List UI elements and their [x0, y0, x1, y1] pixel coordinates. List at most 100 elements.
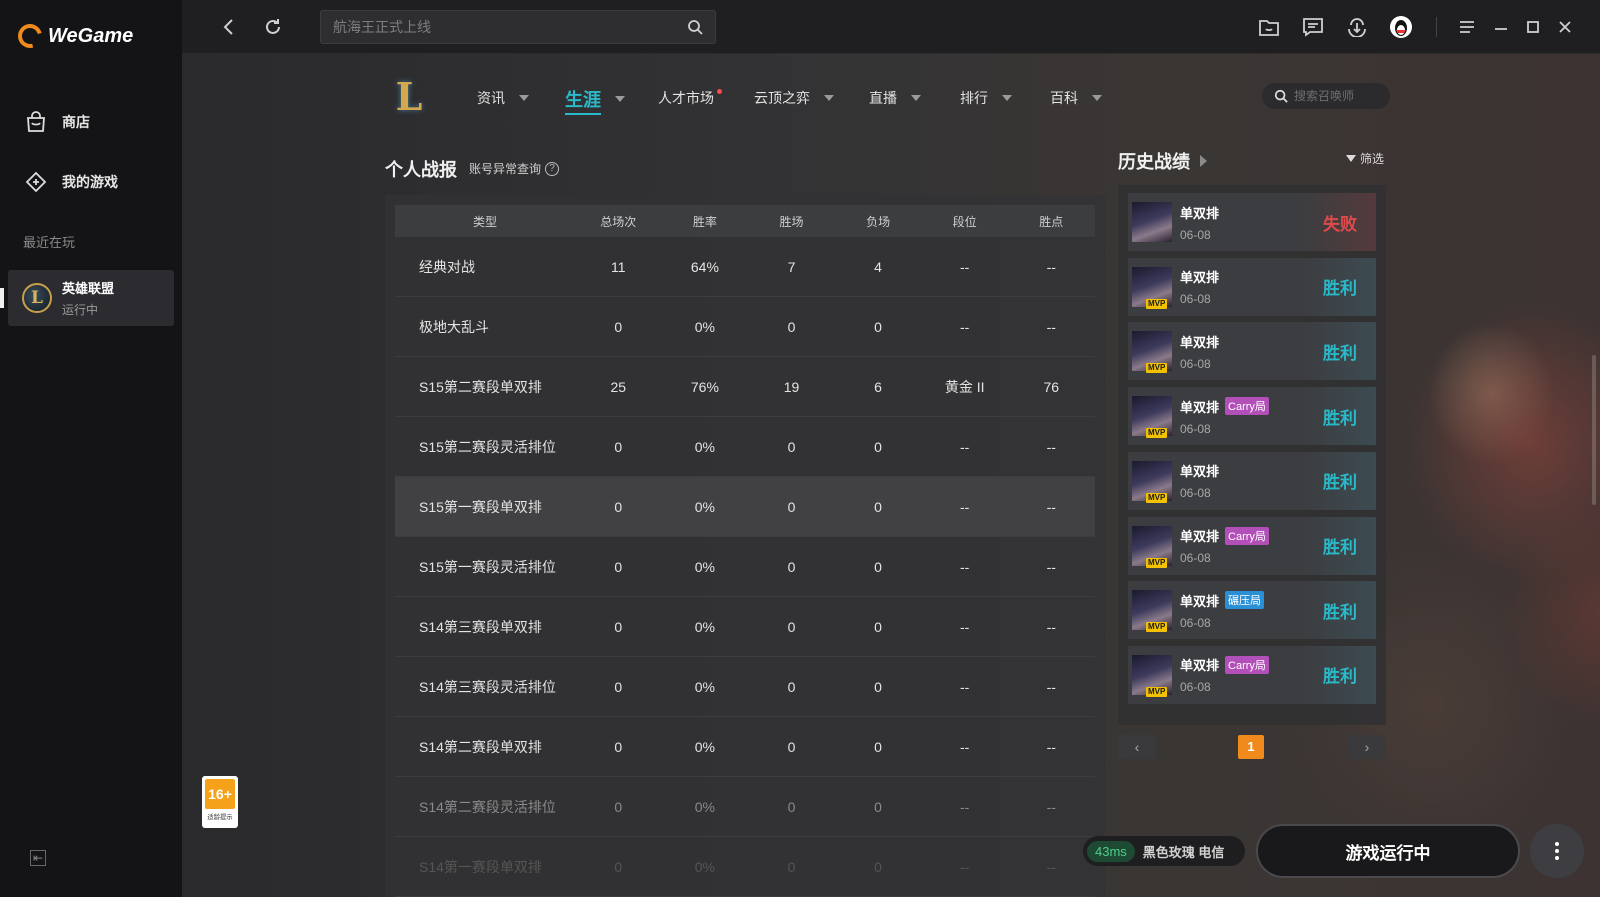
- scrollbar[interactable]: [1592, 355, 1596, 505]
- table-cell: 0%: [694, 498, 715, 515]
- summoner-search[interactable]: [1262, 83, 1390, 109]
- help-icon[interactable]: ?: [545, 161, 560, 176]
- tab-news[interactable]: 资讯: [477, 88, 529, 108]
- table-cell: 0: [787, 498, 796, 515]
- lol-game-icon: L: [22, 283, 52, 313]
- tab-ranking[interactable]: 排行: [960, 88, 1012, 108]
- menu-icon[interactable]: [1454, 14, 1480, 40]
- match-card[interactable]: MVP 单双排 Carry局 06-08 胜利: [1128, 645, 1376, 704]
- match-info: 单双排 06-08: [1180, 267, 1304, 306]
- chevron-down-icon: [911, 95, 921, 101]
- table-row[interactable]: 经典对战 11 64% 7 4 -- --: [395, 237, 1095, 297]
- match-date: 06-08: [1180, 615, 1211, 630]
- server-name: 黑色玫瑰 电信: [1142, 844, 1225, 860]
- table-cell: --: [1046, 798, 1056, 815]
- table-row[interactable]: S14第一赛段单双排 0 0% 0 0 -- --: [395, 837, 1095, 897]
- tab-label: 百科: [1050, 90, 1078, 106]
- column-header: 胜场: [779, 214, 804, 229]
- global-search[interactable]: [320, 10, 716, 44]
- table-cell: 0: [874, 678, 882, 695]
- report-panel: 类型 总场次 胜率 胜场 负场 段位 胜点 经典对战 11 64% 7 4 -- -- 极地大…: [385, 195, 1105, 897]
- download-icon[interactable]: [1344, 14, 1370, 40]
- back-icon[interactable]: [216, 14, 242, 40]
- tab-tft[interactable]: 云顶之弈: [754, 88, 834, 108]
- match-card[interactable]: MVP 单双排 06-08 胜利: [1128, 451, 1376, 510]
- match-mode: 单双排: [1180, 593, 1220, 609]
- table-cell: 0: [614, 618, 623, 635]
- match-result: 胜利: [1304, 387, 1376, 446]
- table-cell: 0: [614, 858, 623, 875]
- table-cell: --: [1046, 858, 1056, 875]
- page-number[interactable]: 1: [1238, 735, 1264, 759]
- match-date: 06-08: [1180, 486, 1211, 501]
- more-options-button[interactable]: [1530, 824, 1584, 878]
- maximize-icon[interactable]: [1520, 14, 1546, 40]
- folder-icon[interactable]: [1256, 14, 1282, 40]
- match-card[interactable]: 单双排 06-08 失败: [1128, 193, 1376, 251]
- lol-logo[interactable]: L: [390, 74, 428, 119]
- sidebar-item-shop[interactable]: 商店: [24, 110, 90, 134]
- match-mode: 单双排: [1180, 334, 1220, 350]
- tab-label: 资讯: [477, 90, 505, 106]
- match-info: 单双排 06-08: [1180, 461, 1304, 500]
- tab-talent-market[interactable]: 人才市场: [658, 88, 722, 108]
- column-header: 胜率: [692, 214, 717, 229]
- table-row[interactable]: S14第三赛段灵活排位 0 0% 0 0 -- --: [395, 657, 1095, 717]
- table-cell: 0: [614, 498, 623, 515]
- table-cell: 0: [874, 438, 882, 455]
- match-info: 单双排 Carry局 06-08: [1180, 397, 1304, 436]
- table-cell: --: [1046, 618, 1056, 635]
- table-cell: S15第一赛段灵活排位: [419, 558, 556, 575]
- prev-page-button[interactable]: ‹: [1118, 735, 1156, 759]
- mvp-badge: MVP: [1146, 492, 1168, 503]
- account-abnormal-link[interactable]: 账号异常查询 ?: [469, 160, 560, 177]
- ping-value: 43ms: [1087, 840, 1135, 862]
- table-row[interactable]: S15第二赛段单双排 25 76% 19 6 黄金 II 76: [395, 357, 1095, 417]
- history-title[interactable]: 历史战绩: [1118, 148, 1207, 174]
- chevron-down-icon: [1092, 95, 1102, 101]
- match-tag: 碾压局: [1225, 591, 1265, 610]
- wegame-logo-text: WeGame: [48, 24, 134, 47]
- match-card[interactable]: MVP 单双排 Carry局 06-08 胜利: [1128, 516, 1376, 575]
- sidebar-item-my-games[interactable]: 我的游戏: [24, 170, 118, 194]
- tab-wiki[interactable]: 百科: [1050, 88, 1102, 108]
- launch-game-button[interactable]: 游戏运行中: [1256, 824, 1520, 878]
- table-row[interactable]: S15第一赛段单双排 0 0% 0 0 -- --: [395, 477, 1095, 537]
- table-row[interactable]: S14第二赛段单双排 0 0% 0 0 -- --: [395, 717, 1095, 777]
- table-cell: 0: [874, 738, 882, 755]
- table-cell: 76%: [690, 378, 719, 395]
- chevron-down-icon: [615, 96, 625, 102]
- recent-game-lol[interactable]: L 英雄联盟 运行中: [8, 270, 174, 326]
- match-card[interactable]: MVP 单双排 06-08 胜利: [1128, 257, 1376, 316]
- wegame-logo[interactable]: WeGame: [13, 19, 134, 53]
- collapse-sidebar-icon[interactable]: ⇤: [30, 850, 46, 866]
- tab-career[interactable]: 生涯: [565, 86, 625, 115]
- table-row[interactable]: S14第三赛段单双排 0 0% 0 0 -- --: [395, 597, 1095, 657]
- search-icon[interactable]: [687, 19, 703, 35]
- match-date: 06-08: [1180, 356, 1211, 371]
- tab-live[interactable]: 直播: [869, 88, 921, 108]
- table-cell: 0: [874, 618, 882, 635]
- match-card[interactable]: MVP 单双排 碾压局 06-08 胜利: [1128, 581, 1376, 640]
- network-status: 43ms 黑色玫瑰 电信: [1083, 836, 1245, 866]
- search-input[interactable]: [333, 19, 687, 35]
- table-row[interactable]: S15第一赛段灵活排位 0 0% 0 0 -- --: [395, 537, 1095, 597]
- match-card[interactable]: MVP 单双排 06-08 胜利: [1128, 322, 1376, 381]
- match-date: 06-08: [1180, 551, 1211, 565]
- close-icon[interactable]: [1552, 14, 1578, 40]
- table-cell: S14第二赛段单双排: [419, 738, 542, 755]
- filter-button[interactable]: 筛选: [1346, 150, 1384, 167]
- refresh-icon[interactable]: [260, 14, 286, 40]
- table-cell: 0%: [694, 438, 715, 455]
- table-cell: S14第二赛段灵活排位: [419, 798, 556, 815]
- match-card[interactable]: MVP 单双排 Carry局 06-08 胜利: [1128, 387, 1376, 446]
- qq-avatar-icon[interactable]: [1388, 14, 1414, 40]
- table-row[interactable]: S15第二赛段灵活排位 0 0% 0 0 -- --: [395, 417, 1095, 477]
- minimize-icon[interactable]: [1488, 14, 1514, 40]
- table-row[interactable]: 极地大乱斗 0 0% 0 0 -- --: [395, 297, 1095, 357]
- table-row[interactable]: S14第二赛段灵活排位 0 0% 0 0 -- --: [395, 777, 1095, 837]
- summoner-search-input[interactable]: [1294, 89, 1384, 103]
- next-page-button[interactable]: ›: [1348, 735, 1386, 759]
- message-icon[interactable]: [1300, 14, 1326, 40]
- table-header: 类型 总场次 胜率 胜场 负场 段位 胜点: [395, 205, 1095, 237]
